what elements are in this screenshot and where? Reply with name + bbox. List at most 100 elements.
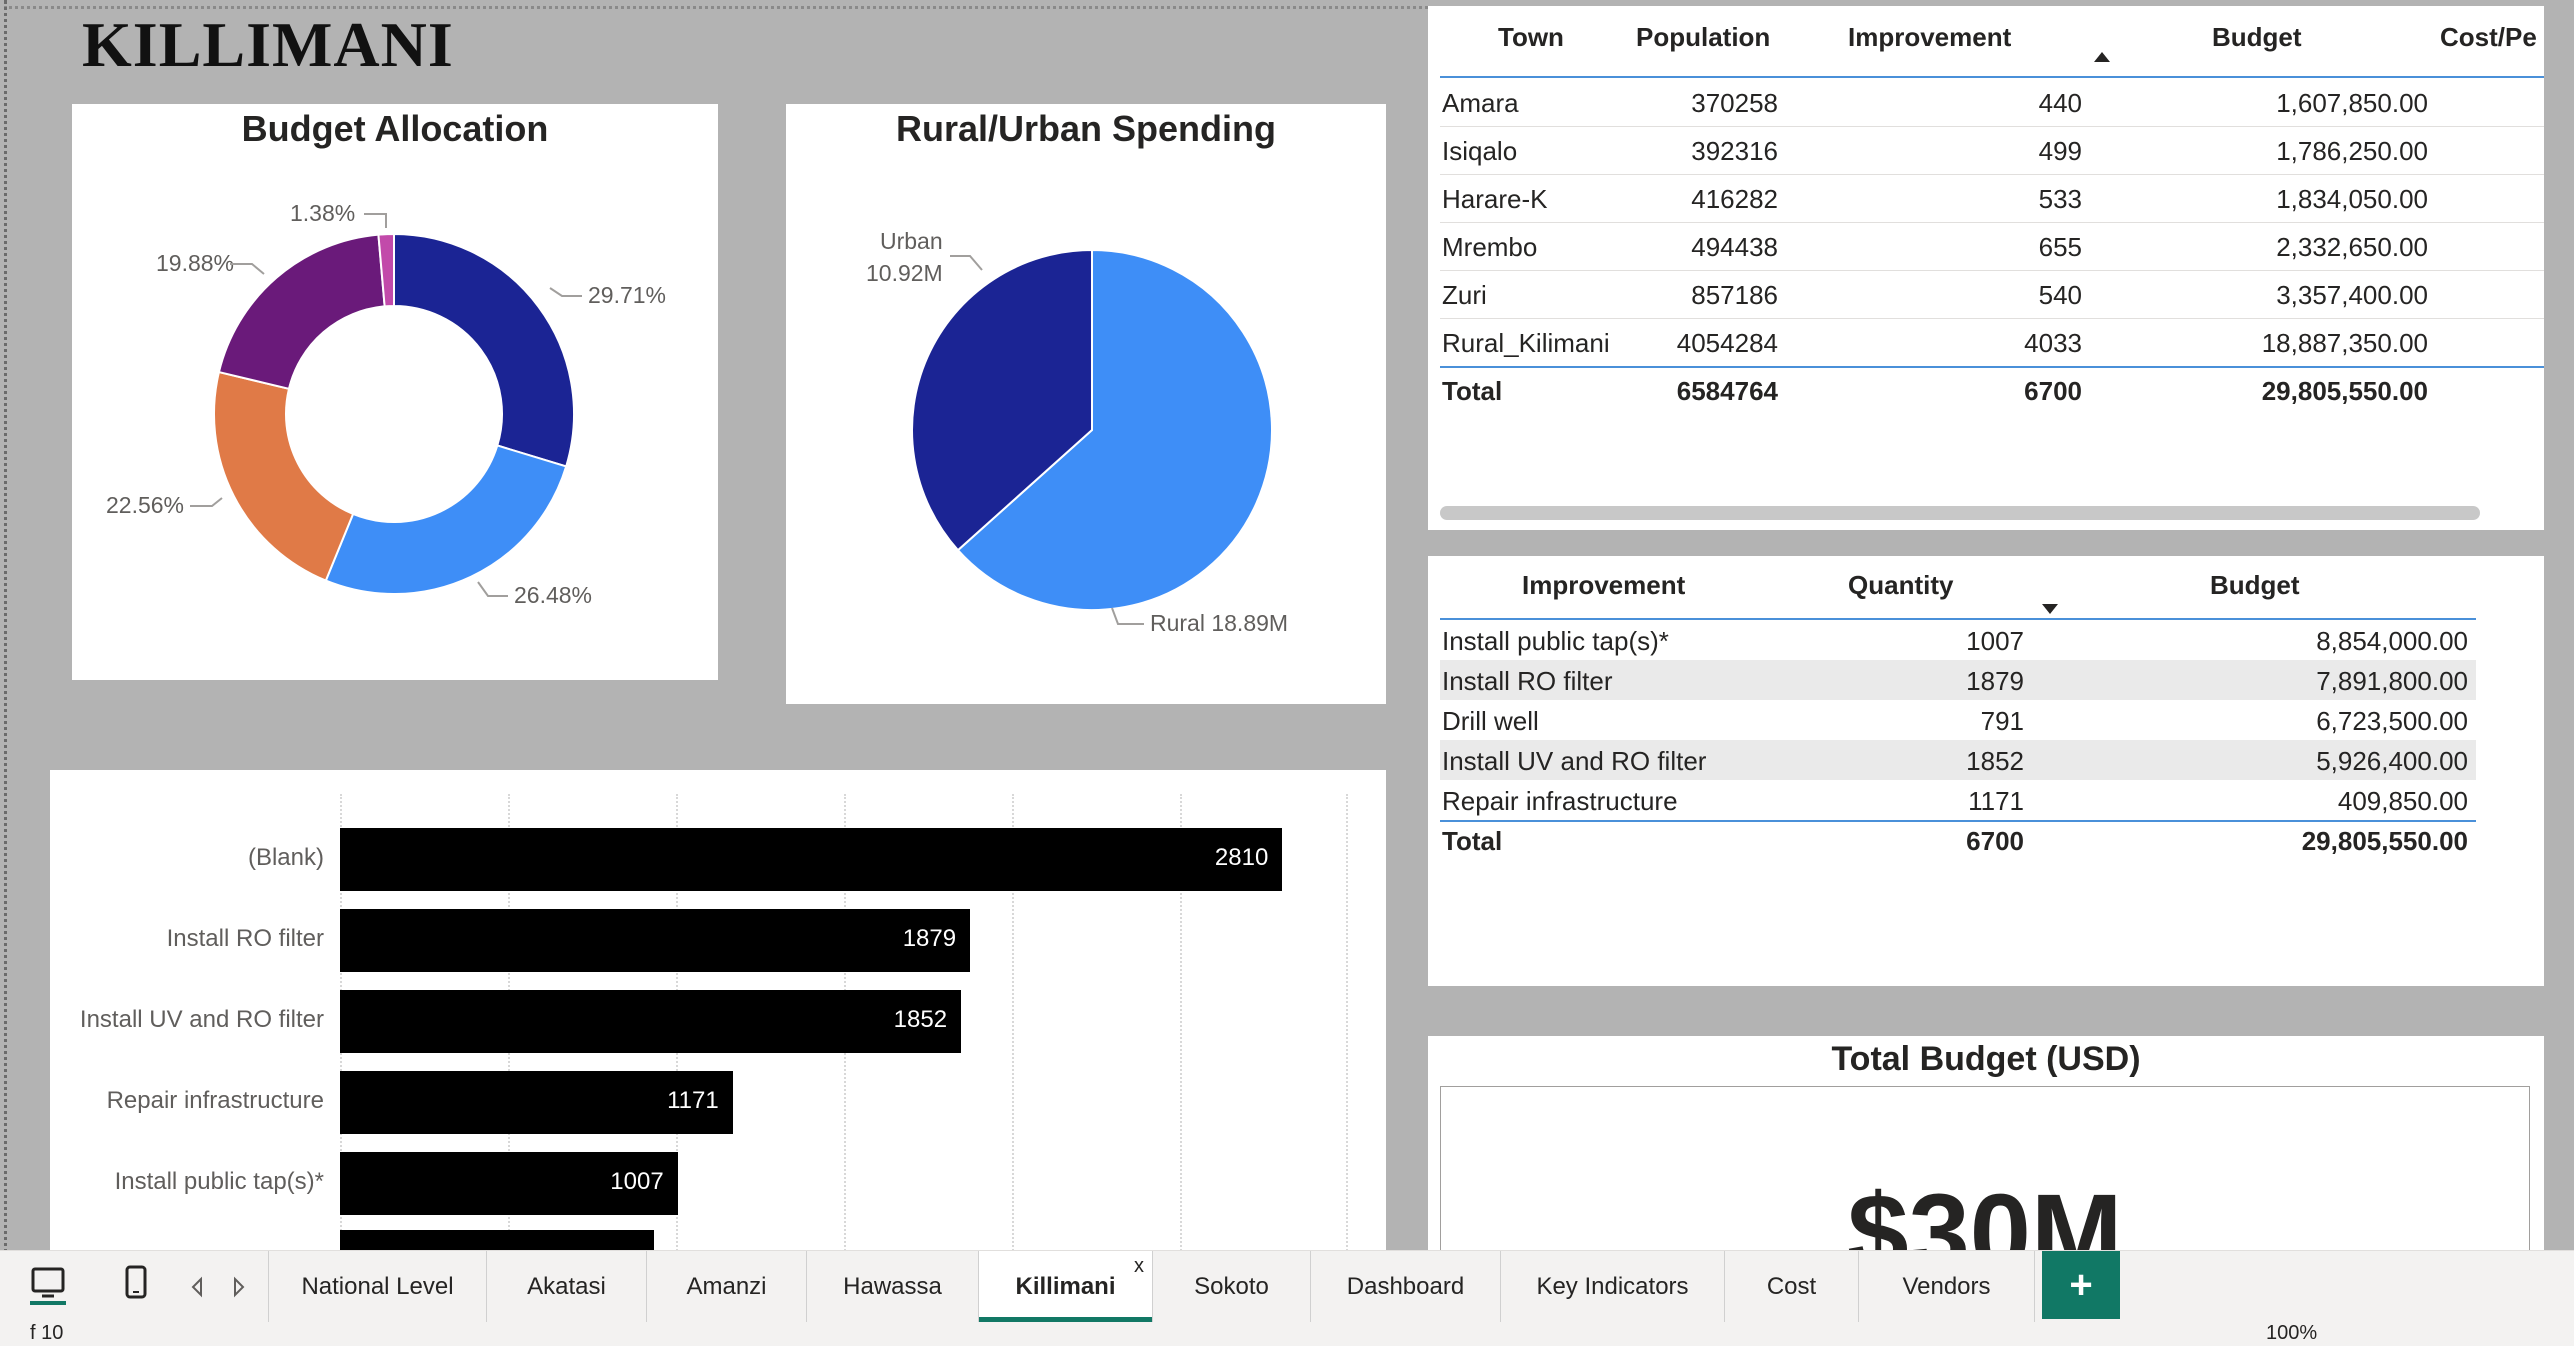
- table-cell: Drill well: [1442, 706, 1539, 736]
- town-table-card[interactable]: Town Population Improvement Budget Cost/…: [1428, 6, 2544, 530]
- table-cell: Total: [1442, 376, 1503, 406]
- table-cell: 655: [2038, 232, 2082, 262]
- table-cell: 29,805,550.00: [2301, 826, 2468, 856]
- table-row[interactable]: Install UV and RO filter 1852 5,926,400.00: [1440, 740, 2476, 780]
- tab-label: Akatasi: [527, 1273, 606, 1300]
- zoom-level[interactable]: 100%: [2266, 1322, 2317, 1345]
- bar-category-label: (Blank): [247, 844, 324, 871]
- table-cell: 1,607,850.00: [2276, 88, 2428, 118]
- table-cell: 1007: [1966, 626, 2024, 656]
- population-col-header[interactable]: Population: [1636, 22, 1770, 53]
- table-cell: 1,834,050.00: [2276, 184, 2428, 214]
- table-cell: Install UV and RO filter: [1442, 746, 1707, 776]
- table-cell: 4054284: [1676, 328, 1778, 358]
- tab-amanzi[interactable]: Amanzi: [647, 1251, 807, 1323]
- sort-ascending-icon[interactable]: [2094, 52, 2110, 62]
- improvement-bar-card[interactable]: (Blank) 2810 Install RO filter 1879 Install …: [50, 770, 1386, 1260]
- table-cell: Rural_Kilimani: [1442, 328, 1610, 358]
- tab-hawassa[interactable]: Hawassa: [807, 1251, 979, 1323]
- table-cell: 494438: [1691, 232, 1778, 262]
- table-row[interactable]: Install RO filter 1879 7,891,800.00: [1440, 660, 2476, 700]
- table-cell: 533: [2038, 184, 2082, 214]
- improvement-col-header-2[interactable]: Improvement: [1522, 570, 1685, 601]
- town-col-header[interactable]: Town: [1498, 22, 1564, 53]
- table-row[interactable]: Amara 370258 440 1,607,850.00: [1428, 78, 2544, 126]
- tab-label: Dashboard: [1346, 1273, 1465, 1300]
- bar-category-label: Repair infrastructure: [106, 1087, 324, 1114]
- tab-dashboard[interactable]: Dashboard: [1311, 1251, 1501, 1323]
- total-budget-card[interactable]: Total Budget (USD) $30M: [1428, 1036, 2544, 1266]
- table-cell: 416282: [1691, 184, 1778, 214]
- tab-label: Amanzi: [686, 1273, 767, 1300]
- mobile-view-icon[interactable]: [124, 1265, 148, 1301]
- status-bar: f 10 100%: [0, 1322, 2574, 1346]
- scroll-right-icon[interactable]: [232, 1275, 246, 1299]
- table-cell: 540: [2038, 280, 2082, 310]
- table-total-row[interactable]: Total 6700 29,805,550.00: [1440, 820, 2476, 860]
- table-cell: 409,850.00: [2337, 786, 2468, 816]
- tab-cost[interactable]: Cost: [1725, 1251, 1859, 1323]
- table-row[interactable]: Zuri 857186 540 3,357,400.00: [1428, 270, 2544, 318]
- bar[interactable]: [340, 828, 1283, 891]
- table-row[interactable]: Repair infrastructure 1171 409,850.00: [1440, 780, 2476, 820]
- budget-col-header[interactable]: Budget: [2212, 22, 2302, 53]
- table-cell: 440: [2038, 88, 2082, 118]
- table-cell: Install RO filter: [1442, 666, 1613, 696]
- tab-label: Killimani: [1015, 1273, 1116, 1300]
- close-tab-icon[interactable]: x: [1134, 1255, 1144, 1278]
- tab-label: Sokoto: [1194, 1273, 1269, 1300]
- improvement-table-body: Install public tap(s)* 1007 8,854,000.00 In…: [1428, 620, 2544, 880]
- table-cell: 29,805,550.00: [2261, 376, 2428, 406]
- table-cell: Amara: [1442, 88, 1519, 118]
- bar[interactable]: [340, 909, 971, 972]
- horizontal-scrollbar[interactable]: [1440, 506, 2480, 520]
- table-total-row[interactable]: Total 6584764 6700 29,805,550.00: [1428, 366, 2544, 414]
- add-icon: +: [2069, 1262, 2093, 1307]
- budget-allocation-card[interactable]: Budget Allocation 1.38% 19.88% 29.71% 22…: [72, 104, 718, 680]
- table-row[interactable]: Mrembo 494438 655 2,332,650.00: [1428, 222, 2544, 270]
- rural-urban-card[interactable]: Rural/Urban Spending Urban 10.92M Rural …: [786, 104, 1386, 704]
- table-cell: Repair infrastructure: [1442, 786, 1678, 816]
- tab-label: Cost: [1766, 1273, 1817, 1300]
- table-cell: 1879: [1966, 666, 2024, 696]
- table-row[interactable]: Install public tap(s)* 1007 8,854,000.00: [1440, 620, 2476, 660]
- table-cell: 5,926,400.00: [2316, 746, 2468, 776]
- tab-vendors[interactable]: Vendors: [1859, 1251, 2035, 1323]
- table-cell: 6,723,500.00: [2316, 706, 2468, 736]
- tab-akatasi[interactable]: Akatasi: [487, 1251, 647, 1323]
- desktop-view-icon[interactable]: [30, 1265, 66, 1305]
- table-row[interactable]: Rural_Kilimani 4054284 4033 18,887,350.00: [1428, 318, 2544, 366]
- tab-key-indicators[interactable]: Key Indicators: [1501, 1251, 1725, 1323]
- table-cell: Zuri: [1442, 280, 1487, 310]
- page-tab-bar: National Level Akatasi Amanzi Hawassa Killim…: [0, 1250, 2574, 1323]
- tab-killimani[interactable]: Killimani x: [979, 1251, 1153, 1323]
- bar[interactable]: [340, 990, 962, 1053]
- table-row[interactable]: Harare-K 416282 533 1,834,050.00: [1428, 174, 2544, 222]
- table-cell: 4033: [2024, 328, 2082, 358]
- kpi-frame: $30M: [1440, 1086, 2530, 1266]
- table-cell: 8,854,000.00: [2316, 626, 2468, 656]
- budget-col-header-2[interactable]: Budget: [2210, 570, 2300, 601]
- table-cell: 1171: [1968, 786, 2024, 816]
- tab-national-level[interactable]: National Level: [269, 1251, 487, 1323]
- table-cell: Total: [1442, 826, 1503, 856]
- tab-label: Hawassa: [843, 1273, 942, 1300]
- table-row[interactable]: Isiqalo 392316 499 1,786,250.00: [1428, 126, 2544, 174]
- table-cell: 791: [1980, 706, 2024, 736]
- table-cell: 392316: [1691, 136, 1778, 166]
- bar-category-label: Install public tap(s)*: [114, 1168, 324, 1195]
- table-row[interactable]: Drill well 791 6,723,500.00: [1440, 700, 2476, 740]
- quantity-col-header[interactable]: Quantity: [1848, 570, 1953, 601]
- table-cell: 7,891,800.00: [2316, 666, 2468, 696]
- cost-per-col-header[interactable]: Cost/Pe: [2440, 22, 2537, 53]
- tab-sokoto[interactable]: Sokoto: [1153, 1251, 1311, 1323]
- sort-descending-icon[interactable]: [2042, 604, 2058, 614]
- bar-data-label: 1879: [902, 925, 957, 952]
- scroll-left-icon[interactable]: [190, 1275, 204, 1299]
- page-info: f 10: [30, 1322, 64, 1344]
- improvement-col-header[interactable]: Improvement: [1848, 22, 2011, 53]
- table-cell: 6700: [2024, 376, 2082, 406]
- add-page-button[interactable]: +: [2042, 1251, 2120, 1319]
- improvement-table-card[interactable]: Improvement Quantity Budget Install publ…: [1428, 556, 2544, 986]
- total-budget-title: Total Budget (USD): [1831, 1040, 2141, 1078]
